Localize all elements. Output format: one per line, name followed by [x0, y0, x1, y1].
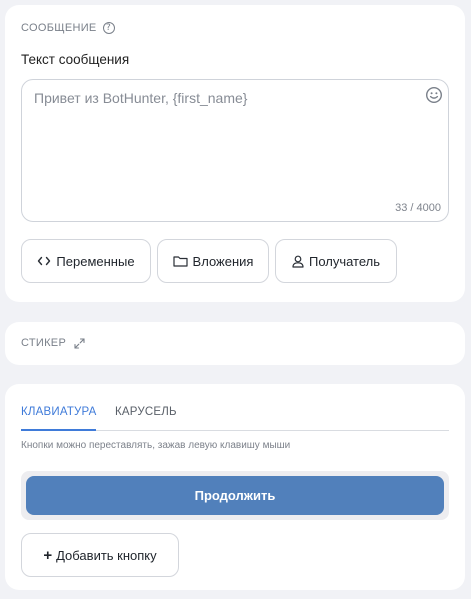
attachments-button[interactable]: Вложения	[157, 239, 269, 283]
keyboard-card: КЛАВИАТУРА КАРУСЕЛЬ Кнопки можно переста…	[5, 384, 465, 590]
variables-button-label: Переменные	[56, 253, 135, 269]
message-text-label: Текст сообщения	[21, 52, 130, 67]
help-icon[interactable]: ?	[102, 22, 115, 34]
expand-icon[interactable]	[74, 337, 85, 349]
message-card: СООБЩЕНИЕ ? Текст сообщения Привет из Bo…	[5, 5, 465, 302]
keyboard-hint: Кнопки можно переставлять, зажав левую к…	[21, 440, 291, 451]
code-icon	[38, 256, 51, 266]
message-textarea[interactable]: Привет из BotHunter, {first_name} 33 / 4…	[21, 79, 449, 222]
character-counter: 33 / 4000	[395, 202, 441, 214]
sticker-section-title-text: СТИКЕР	[21, 337, 67, 349]
recipient-button-label: Получатель	[308, 253, 381, 269]
add-button-label: Добавить кнопку	[56, 547, 157, 563]
variables-button[interactable]: Переменные	[21, 239, 151, 283]
message-section-title-text: СООБЩЕНИЕ	[21, 22, 97, 34]
message-section-title: СООБЩЕНИЕ ?	[21, 22, 115, 34]
keyboard-buttons-area: Продолжить	[21, 471, 449, 520]
folder-icon	[172, 256, 188, 267]
add-button-button[interactable]: + Добавить кнопку	[21, 533, 179, 577]
recipient-button[interactable]: Получатель	[275, 239, 397, 283]
tab-carousel[interactable]: КАРУСЕЛЬ	[115, 406, 177, 431]
sticker-card[interactable]: СТИКЕР	[5, 322, 465, 365]
plus-icon: +	[43, 546, 53, 564]
attachments-button-label: Вложения	[192, 253, 254, 269]
keyboard-tabs: КЛАВИАТУРА КАРУСЕЛЬ	[21, 406, 449, 431]
continue-button[interactable]: Продолжить	[26, 476, 444, 515]
sticker-section-title: СТИКЕР	[21, 337, 85, 349]
message-actions: Переменные Вложения Получатель	[21, 239, 397, 283]
emoji-icon[interactable]	[425, 86, 443, 104]
user-icon	[292, 255, 304, 268]
tab-keyboard[interactable]: КЛАВИАТУРА	[21, 406, 96, 431]
message-text-value[interactable]: Привет из BotHunter, {first_name}	[34, 90, 247, 106]
